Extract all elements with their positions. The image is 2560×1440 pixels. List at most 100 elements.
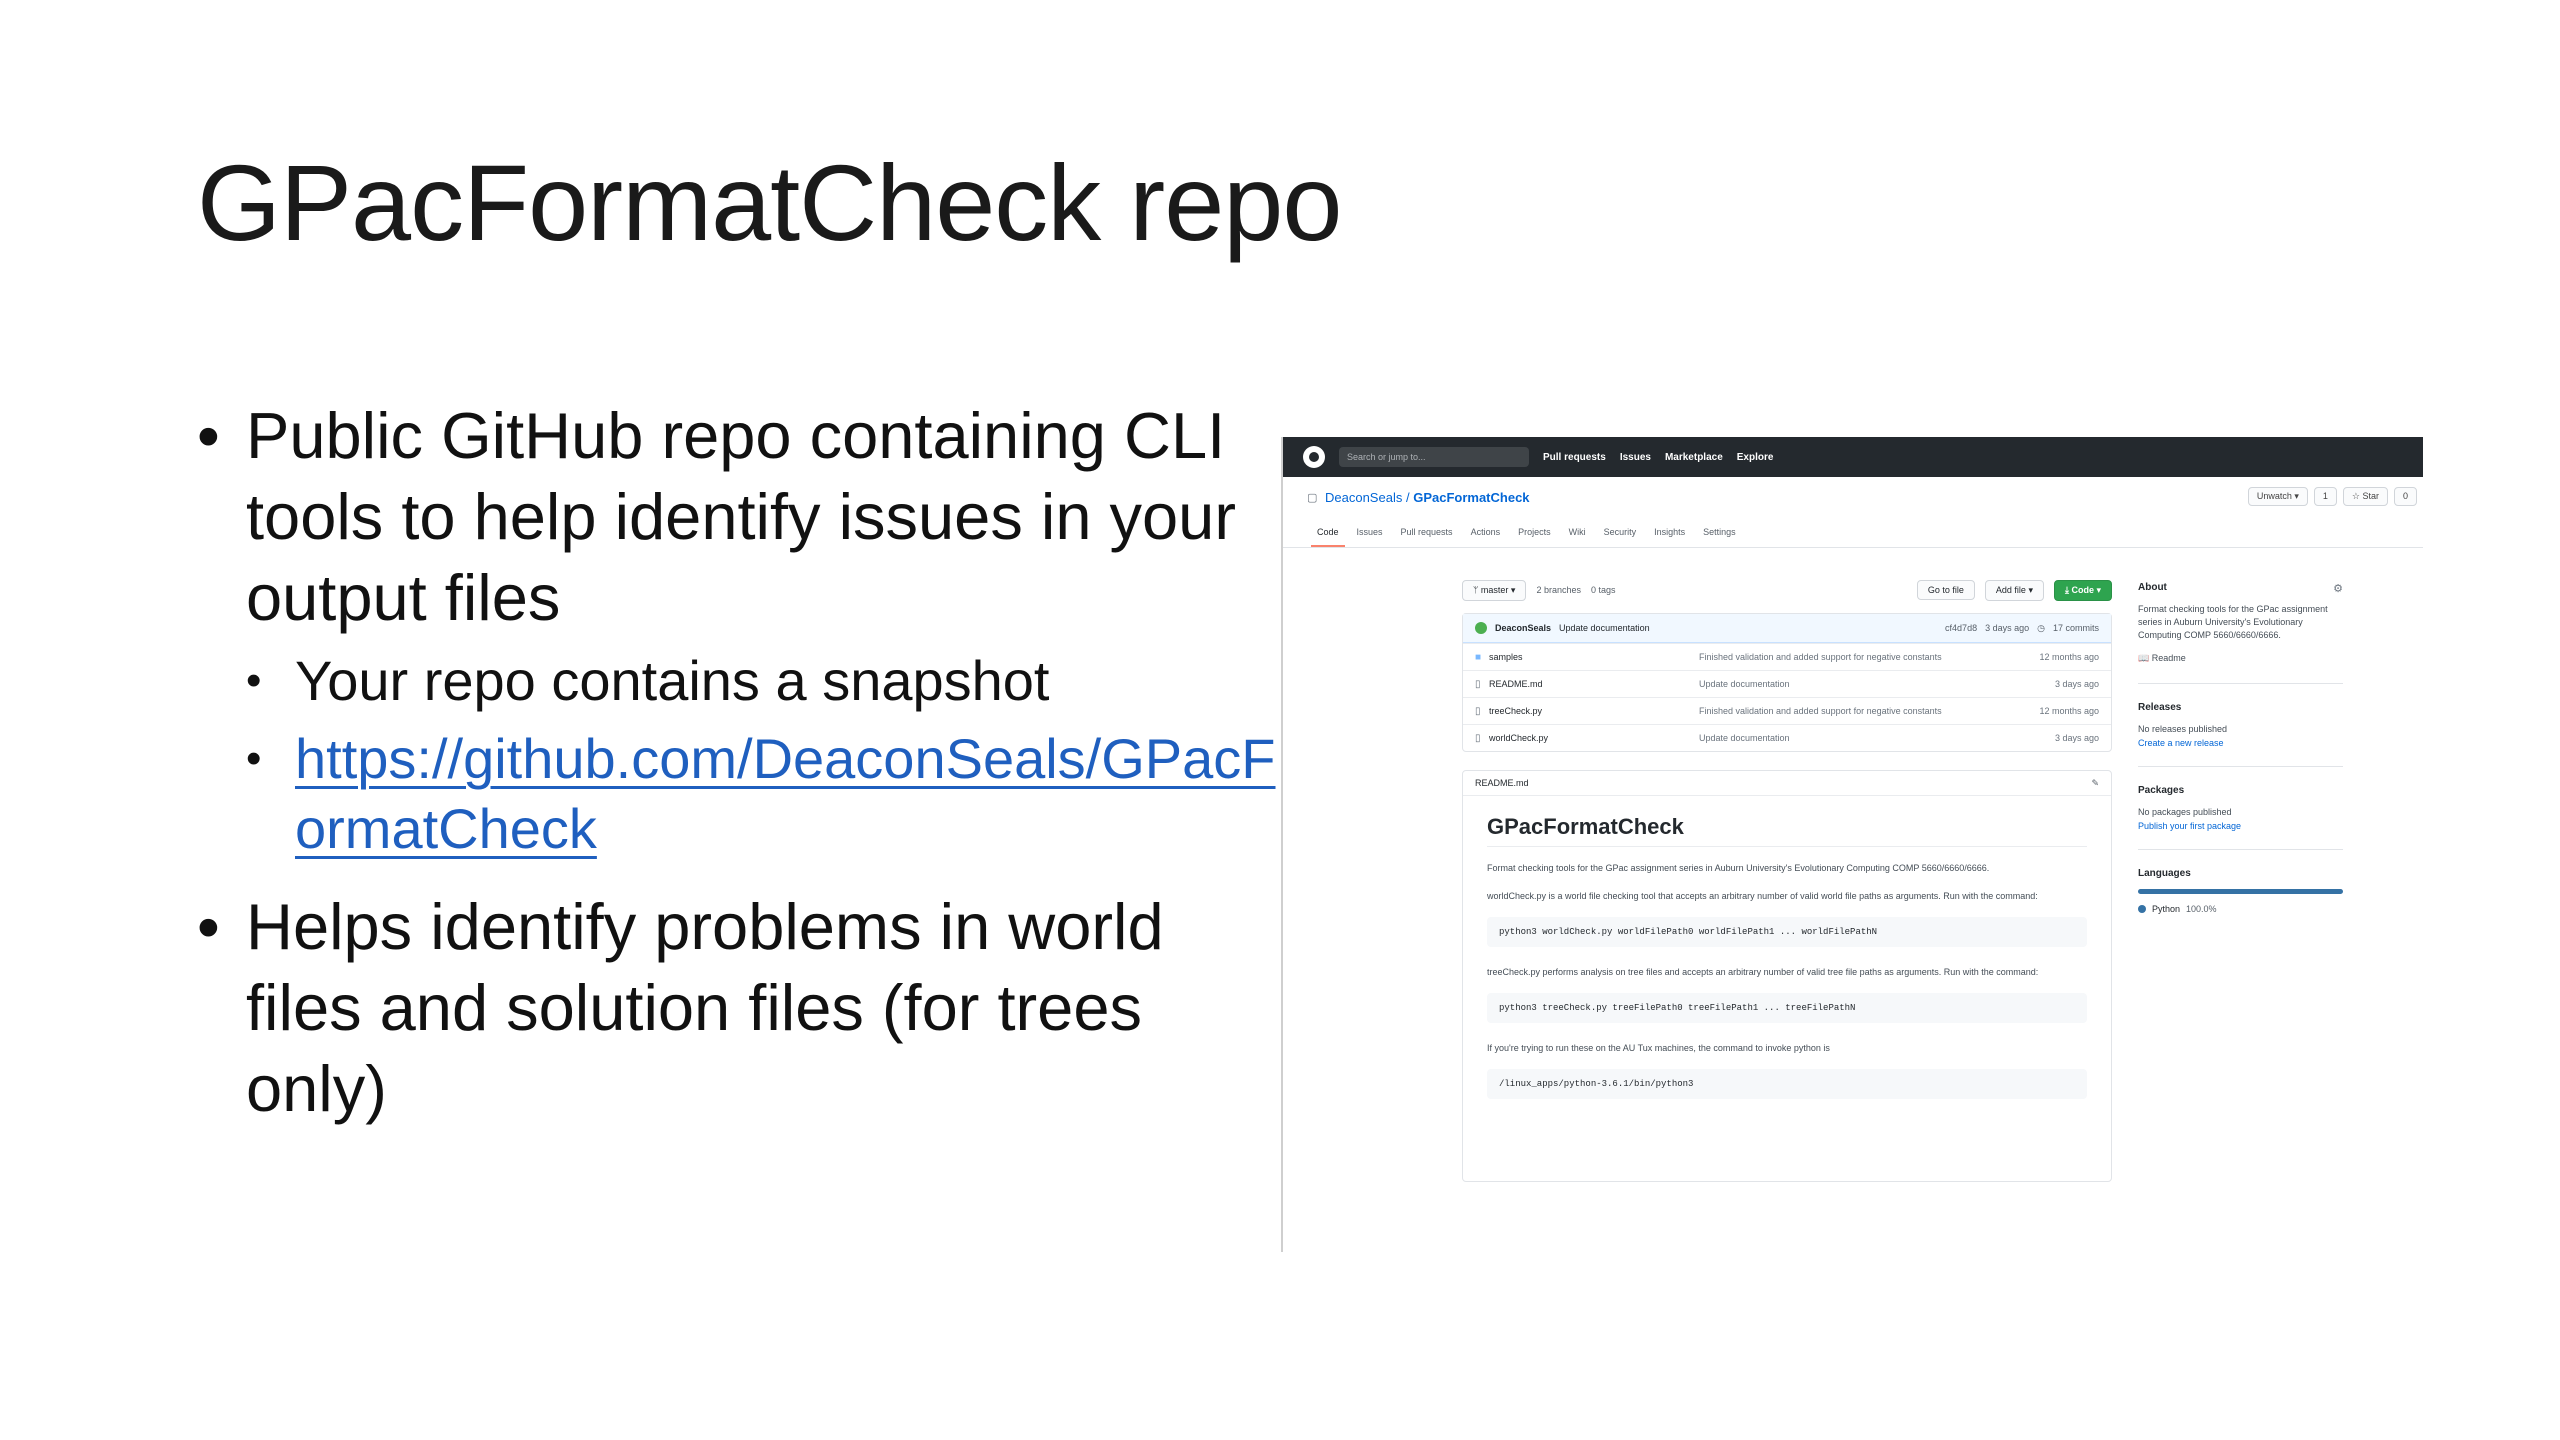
go-to-file-button[interactable]: Go to file	[1916, 580, 1975, 600]
file-icon: ▯	[1475, 705, 1481, 717]
languages-heading: Languages	[2138, 868, 2191, 879]
commit-author[interactable]: DeaconSeals	[1495, 623, 1551, 633]
repo-link[interactable]: https://github.com/DeaconSeals/GPacForma…	[295, 727, 1276, 860]
file-row[interactable]: ▯ treeCheck.py Finished validation and a…	[1463, 697, 2111, 724]
divider	[2138, 766, 2343, 767]
tab-settings[interactable]: Settings	[1703, 527, 1736, 537]
readme-tree-desc: treeCheck.py performs analysis on tree f…	[1487, 967, 2039, 977]
file-name[interactable]: treeCheck.py	[1489, 706, 1699, 716]
tab-issues[interactable]: Issues	[1357, 527, 1383, 537]
pencil-icon[interactable]: ✎	[2091, 778, 2099, 789]
bullet-list: • Public GitHub repo containing CLI tool…	[197, 395, 1277, 1129]
file-commit-message[interactable]: Update documentation	[1699, 733, 2029, 743]
file-name[interactable]: samples	[1489, 652, 1699, 662]
file-age: 12 months ago	[2039, 706, 2099, 716]
file-row[interactable]: ■ samples Finished validation and added …	[1463, 643, 2111, 670]
tab-pull-requests[interactable]: Pull requests	[1401, 527, 1453, 537]
repo-main-column: ᛘ master ▾ 2 branches 0 tags Go to file …	[1462, 577, 2112, 1182]
branch-select[interactable]: ᛘ master ▾	[1462, 579, 1527, 601]
slide-title: GPacFormatCheck repo	[197, 142, 1342, 263]
publish-package-link[interactable]: Publish your first package	[2138, 821, 2343, 831]
language-item[interactable]: Python 100.0%	[2138, 904, 2343, 914]
code-block-tree: python3 treeCheck.py treeFilePath0 treeF…	[1487, 993, 2087, 1023]
packages-heading[interactable]: Packages	[2138, 785, 2343, 796]
releases-heading[interactable]: Releases	[2138, 702, 2343, 713]
repo-actions: Unwatch ▾ 1 ☆ Star 0	[2247, 487, 2417, 506]
code-block-tux: /linux_apps/python-3.6.1/bin/python3	[1487, 1069, 2087, 1099]
repo-name-link[interactable]: GPacFormatCheck	[1413, 490, 1529, 505]
readme-tux-desc: If you're trying to run these on the AU …	[1487, 1043, 1830, 1053]
sub-bullet-item: • https://github.com/DeaconSeals/GPacFor…	[148, 724, 1277, 864]
bullet-item: • Helps identify problems in world files…	[197, 886, 1277, 1129]
nav-pull-requests[interactable]: Pull requests	[1543, 452, 1606, 463]
add-file-button[interactable]: Add file ▾	[1984, 579, 2044, 601]
watch-count[interactable]: 1	[2313, 487, 2337, 506]
history-icon: ◷	[2037, 622, 2045, 633]
tab-code[interactable]: Code	[1311, 527, 1344, 547]
code-label: Code	[2071, 584, 2094, 595]
bullet-dot: •	[197, 399, 220, 472]
file-list: DeaconSeals Update documentation cf4d7d8…	[1462, 613, 2112, 752]
readme-intro: Format checking tools for the GPac assig…	[1487, 863, 1990, 873]
repo-sidebar: ⚙ About Format checking tools for the GP…	[2138, 582, 2343, 914]
about-description: Format checking tools for the GPac assig…	[2138, 604, 2328, 640]
sub-bullet-dot: •	[246, 734, 262, 783]
nav-marketplace[interactable]: Marketplace	[1665, 452, 1723, 463]
file-age: 12 months ago	[2039, 652, 2099, 662]
github-logo-icon[interactable]	[1303, 446, 1325, 468]
commit-age: 3 days ago	[1985, 623, 2030, 633]
nav-explore[interactable]: Explore	[1737, 452, 1774, 463]
sub-bullet-list: • Your repo contains a snapshot • https:…	[197, 646, 1277, 864]
commit-message[interactable]: Update documentation	[1559, 623, 1650, 633]
commit-hash[interactable]: cf4d7d8	[1945, 623, 1977, 633]
readme-body: GPacFormatCheck Format checking tools fo…	[1463, 796, 2111, 1129]
readme-panel: README.md ✎ GPacFormatCheck Format check…	[1462, 770, 2112, 1182]
file-row[interactable]: ▯ README.md Update documentation 3 days …	[1463, 670, 2111, 697]
file-commit-message[interactable]: Finished validation and added support fo…	[1699, 706, 2029, 716]
search-input[interactable]: Search or jump to...	[1339, 447, 1529, 467]
file-row[interactable]: ▯ worldCheck.py Update documentation 3 d…	[1463, 724, 2111, 751]
tab-wiki[interactable]: Wiki	[1569, 527, 1586, 537]
file-commit-message[interactable]: Finished validation and added support fo…	[1699, 652, 2029, 662]
sub-bullet-dot: •	[246, 656, 262, 705]
unwatch-button[interactable]: Unwatch ▾	[2247, 487, 2308, 506]
commits-link[interactable]: 17 commits	[2053, 623, 2099, 633]
about-heading: About	[2138, 582, 2167, 593]
releases-none: No releases published	[2138, 724, 2228, 734]
readme-header: README.md ✎	[1463, 771, 2111, 796]
tab-projects[interactable]: Projects	[1518, 527, 1551, 537]
latest-commit-row: DeaconSeals Update documentation cf4d7d8…	[1463, 614, 2111, 643]
repo-path: DeaconSeals / GPacFormatCheck	[1325, 490, 1530, 505]
tab-security[interactable]: Security	[1604, 527, 1637, 537]
code-button[interactable]: ⤓ Code ▾	[2053, 579, 2112, 601]
repo-title-bar: ▢ DeaconSeals / GPacFormatCheck Unwatch …	[1283, 477, 2423, 517]
nav-issues[interactable]: Issues	[1620, 452, 1651, 463]
repo-separator: /	[1405, 489, 1410, 505]
bullet-text: Helps identify problems in world files a…	[246, 890, 1164, 1125]
divider	[2138, 849, 2343, 850]
file-commit-message[interactable]: Update documentation	[1699, 679, 2029, 689]
branch-row: ᛘ master ▾ 2 branches 0 tags Go to file …	[1462, 577, 2112, 603]
readme-link[interactable]: 📖 Readme	[2138, 652, 2343, 665]
github-header: Search or jump to... Pull requests Issue…	[1283, 437, 2423, 477]
repo-tabs: Code Issues Pull requests Actions Projec…	[1283, 517, 2423, 548]
file-name[interactable]: README.md	[1489, 679, 1699, 689]
avatar[interactable]	[1475, 622, 1487, 634]
star-button[interactable]: ☆ Star	[2342, 487, 2388, 506]
folder-icon: ■	[1475, 651, 1482, 663]
file-name[interactable]: worldCheck.py	[1489, 733, 1699, 743]
language-percent: 100.0%	[2186, 904, 2217, 914]
tab-actions[interactable]: Actions	[1471, 527, 1501, 537]
create-release-link[interactable]: Create a new release	[2138, 738, 2343, 748]
tab-insights[interactable]: Insights	[1654, 527, 1685, 537]
file-icon: ▯	[1475, 732, 1481, 744]
add-file-label: Add file	[1995, 584, 2026, 595]
readme-link-label: Readme	[2151, 653, 2186, 663]
tags-link[interactable]: 0 tags	[1591, 585, 1616, 595]
repo-icon: ▢	[1307, 491, 1318, 504]
repo-owner-link[interactable]: DeaconSeals	[1325, 490, 1402, 505]
gear-icon[interactable]: ⚙	[2333, 582, 2343, 595]
star-count[interactable]: 0	[2393, 487, 2417, 506]
readme-filename: README.md	[1475, 778, 1529, 788]
branches-link[interactable]: 2 branches	[1536, 585, 1581, 595]
